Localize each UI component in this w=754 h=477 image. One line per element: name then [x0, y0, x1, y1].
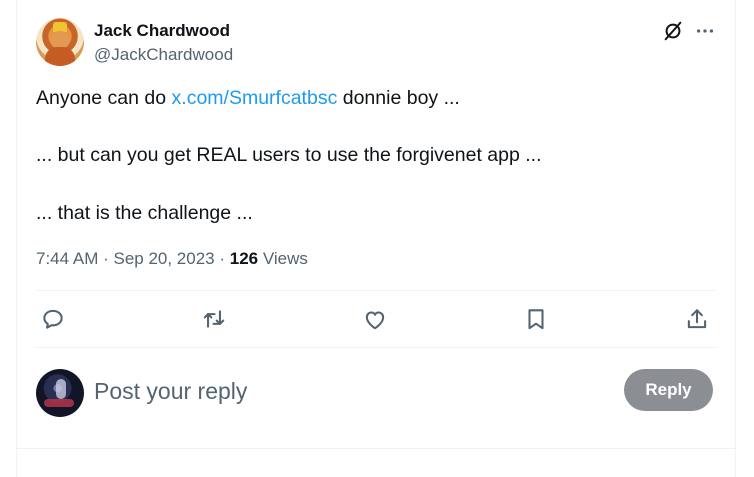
avatar-glow-detail [44, 399, 74, 407]
tweet-meta: 7:44 AM · Sep 20, 2023 · 126 Views [36, 248, 308, 270]
meta-separator-2: · [214, 249, 230, 268]
author-handle[interactable]: @JackChardwood [94, 45, 233, 65]
bookmark-icon[interactable] [523, 306, 549, 332]
avatar-figure-detail [56, 379, 66, 399]
tweet-text-after-link: donnie boy ... [337, 87, 460, 109]
tweet-line-3: ... that is the challenge ... [36, 202, 253, 224]
tweet-text: Anyone can do x.com/Smurfcatbsc donnie b… [36, 86, 716, 225]
reply-button[interactable]: Reply [624, 369, 713, 411]
tweet-time[interactable]: 7:44 AM [36, 249, 98, 268]
author-avatar[interactable] [36, 18, 84, 66]
tweet-date[interactable]: Sep 20, 2023 [113, 249, 214, 268]
divider [36, 290, 716, 291]
views-label: Views [258, 249, 308, 268]
current-user-avatar[interactable] [36, 369, 84, 417]
reply-input[interactable] [94, 374, 594, 408]
divider [16, 448, 736, 449]
tweet-link[interactable]: x.com/Smurfcatbsc [172, 87, 338, 109]
meta-separator-1: · [98, 249, 114, 268]
divider [36, 347, 716, 348]
like-icon[interactable] [362, 306, 388, 332]
avatar-body-detail [45, 47, 75, 66]
retweet-icon[interactable] [201, 306, 227, 332]
reply-icon[interactable] [40, 306, 66, 332]
share-icon[interactable] [684, 306, 710, 332]
views-count: 126 [229, 249, 259, 268]
tweet-text-before-link: Anyone can do [36, 87, 172, 109]
more-options-icon[interactable] [694, 20, 716, 42]
grok-icon[interactable] [662, 20, 684, 42]
tweet-line-1: Anyone can do x.com/Smurfcatbsc donnie b… [36, 86, 716, 110]
author-name[interactable]: Jack Chardwood [94, 21, 230, 41]
tweet-line-2: ... but can you get REAL users to use th… [36, 144, 542, 166]
